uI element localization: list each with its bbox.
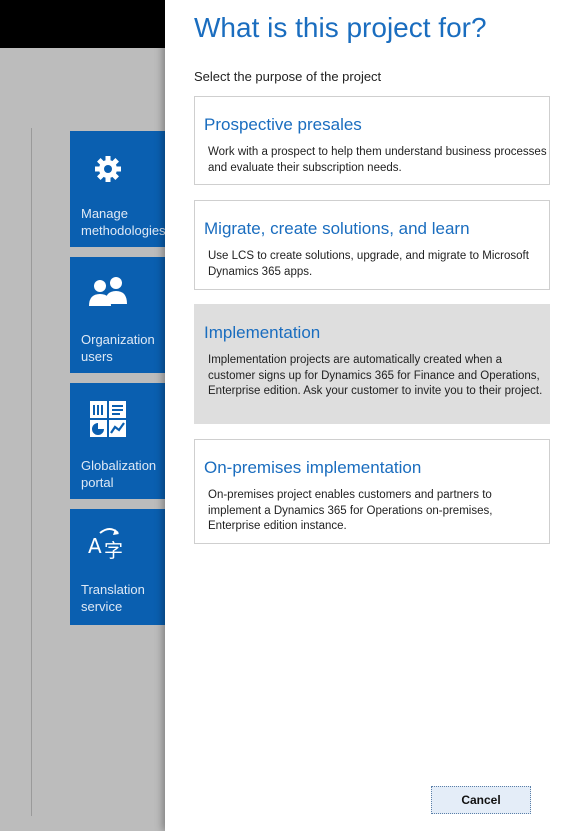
tile-label: Translation service [81,582,145,614]
gear-icon [86,147,130,191]
option-title: Implementation [204,323,321,342]
option-description: On-premises project enables customers an… [208,489,493,532]
tile-label: Manage methodologies [81,206,166,238]
tile-label: Globalization portal [81,458,157,490]
option-migrate-create-learn[interactable]: Migrate, create solutions, and learn Use… [194,200,550,290]
tile-translation-service[interactable]: A 字 Translation service [70,509,170,625]
dashboard-grid-icon [86,397,130,441]
dialog-subtitle: Select the purpose of the project [194,69,382,84]
svg-text:字: 字 [104,540,123,562]
cancel-button[interactable]: Cancel [431,786,531,814]
option-description: Implementation projects are automaticall… [208,354,543,397]
option-on-premises-implementation[interactable]: On-premises implementation On-premises p… [194,439,550,544]
option-title: Migrate, create solutions, and learn [204,219,470,238]
dialog-title: What is this project for? [194,12,487,43]
users-icon [86,269,130,313]
svg-text:A: A [88,534,102,558]
option-title: On-premises implementation [204,458,422,477]
tile-globalization-portal[interactable]: Globalization portal [70,383,170,499]
option-implementation[interactable]: Implementation Implementation projects a… [194,304,550,424]
background-divider [31,128,32,816]
tile-label: Organization users [81,332,155,364]
tile-manage-methodologies[interactable]: Manage methodologies [70,131,170,247]
project-purpose-dialog: What is this project for? Select the pur… [165,0,575,831]
option-description: Work with a prospect to help them unders… [208,146,547,174]
translate-icon: A 字 [86,521,130,565]
tile-organization-users[interactable]: Organization users [70,257,170,373]
option-prospective-presales[interactable]: Prospective presales Work with a prospec… [194,96,550,185]
option-title: Prospective presales [204,115,362,134]
option-description: Use LCS to create solutions, upgrade, an… [208,250,529,278]
